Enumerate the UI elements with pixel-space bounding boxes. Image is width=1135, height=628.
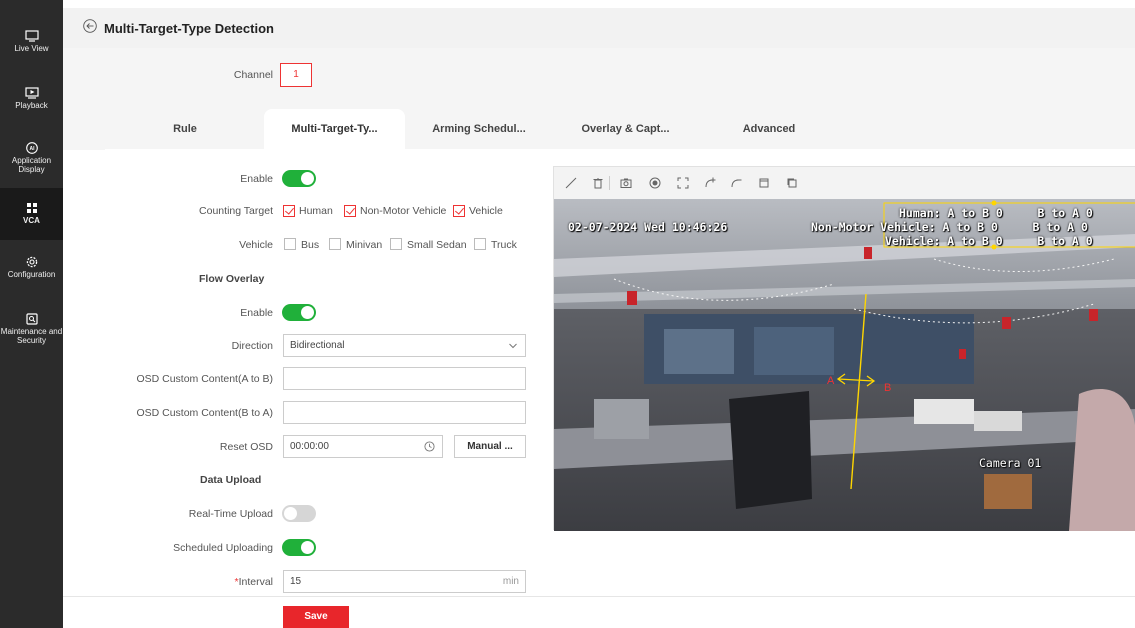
small-sedan-label: Small Sedan bbox=[407, 239, 467, 251]
gear-icon bbox=[26, 256, 37, 268]
copy-icon[interactable] bbox=[786, 177, 798, 189]
grid-icon bbox=[26, 203, 37, 213]
non-motor-vehicle-checkbox[interactable] bbox=[344, 205, 356, 217]
window-icon[interactable] bbox=[758, 177, 770, 189]
small-sedan-checkbox[interactable] bbox=[390, 238, 402, 250]
record-icon[interactable] bbox=[649, 177, 661, 189]
toolbar-separator bbox=[609, 176, 610, 190]
tab-bar: Rule Multi-Target-Ty... Arming Schedul..… bbox=[105, 109, 890, 149]
svg-text:AI: AI bbox=[29, 146, 35, 152]
vehicle-checkbox[interactable] bbox=[453, 205, 465, 217]
truck-label: Truck bbox=[491, 239, 517, 251]
realtime-upload-toggle[interactable] bbox=[282, 505, 316, 522]
clock-icon[interactable] bbox=[424, 441, 435, 452]
flow-enable-toggle[interactable] bbox=[282, 304, 316, 321]
chevron-down-icon bbox=[509, 343, 517, 349]
tab-rule[interactable]: Rule bbox=[105, 109, 265, 149]
tab-multi-target-type[interactable]: Multi-Target-Ty... bbox=[264, 109, 405, 149]
sidebar-item-label: Maintenance and Security bbox=[0, 327, 63, 345]
interval-value: 15 bbox=[290, 576, 302, 587]
sidebar-item-playback[interactable]: Playback bbox=[0, 87, 63, 110]
counter-vehicle: Vehicle: A to B 0 B to A 0 bbox=[885, 234, 1093, 248]
minivan-checkbox[interactable] bbox=[329, 238, 341, 250]
draw-line-icon[interactable] bbox=[565, 177, 577, 189]
sidebar-item-label: Live View bbox=[14, 44, 49, 53]
point-a-label: A bbox=[827, 375, 835, 387]
interval-label: *Interval bbox=[173, 576, 273, 588]
divider bbox=[63, 596, 1135, 597]
sidebar-item-label: VCA bbox=[23, 216, 40, 225]
direction-label: Direction bbox=[231, 340, 273, 352]
ai-icon: AI bbox=[25, 142, 38, 154]
bus-label: Bus bbox=[301, 239, 320, 251]
minivan-label: Minivan bbox=[346, 239, 383, 251]
realtime-upload-label: Real-Time Upload bbox=[188, 508, 273, 520]
tab-arming-schedule[interactable]: Arming Schedul... bbox=[405, 109, 553, 149]
sidebar-item-configuration[interactable]: Configuration bbox=[0, 256, 63, 279]
sidebar-item-application-display[interactable]: AI Application Display bbox=[0, 142, 63, 174]
vehicle-label: Vehicle bbox=[469, 205, 503, 217]
page-header: Multi-Target-Type Detection bbox=[63, 8, 1135, 48]
reset-osd-time-input[interactable]: 00:00:00 bbox=[283, 435, 443, 458]
flow-overlay-title: Flow Overlay bbox=[199, 273, 265, 285]
play-icon bbox=[24, 87, 39, 99]
zoom-in-icon[interactable] bbox=[704, 177, 716, 189]
manual-reset-button[interactable]: Manual ... bbox=[454, 435, 526, 458]
fullscreen-icon[interactable] bbox=[677, 177, 689, 189]
human-checkbox[interactable] bbox=[283, 205, 295, 217]
sidebar-item-live-view[interactable]: Live View bbox=[0, 30, 63, 53]
interval-unit: min bbox=[502, 576, 519, 587]
human-label: Human bbox=[299, 205, 333, 217]
page-title: Multi-Target-Type Detection bbox=[104, 21, 274, 36]
direction-select[interactable]: Bidirectional bbox=[283, 334, 526, 357]
counter-non-motor-vehicle: Non-Motor Vehicle: A to B 0 B to A 0 bbox=[811, 220, 1088, 234]
snapshot-icon[interactable] bbox=[620, 177, 632, 189]
osd-a-to-b-input[interactable] bbox=[283, 367, 526, 390]
osd-a-to-b-label: OSD Custom Content(A to B) bbox=[136, 373, 273, 385]
truck-checkbox[interactable] bbox=[474, 238, 486, 250]
enable-toggle[interactable] bbox=[282, 170, 316, 187]
tab-edge-decoration bbox=[840, 109, 854, 149]
channel-selector[interactable]: 1 bbox=[280, 63, 312, 87]
sidebar-item-label: Playback bbox=[15, 101, 48, 110]
sidebar-item-label: Configuration bbox=[7, 270, 56, 279]
camera-scene bbox=[554, 199, 1135, 531]
tab-advanced[interactable]: Advanced bbox=[698, 109, 840, 149]
back-arrow-icon[interactable] bbox=[83, 19, 97, 33]
delete-icon[interactable] bbox=[592, 177, 604, 189]
scheduled-upload-label: Scheduled Uploading bbox=[173, 542, 273, 554]
counting-target-label: Counting Target bbox=[199, 205, 273, 217]
reset-osd-time-value: 00:00:00 bbox=[290, 441, 329, 452]
osd-b-to-a-label: OSD Custom Content(B to A) bbox=[136, 407, 273, 419]
non-motor-vehicle-label: Non-Motor Vehicle bbox=[360, 205, 447, 217]
direction-value: Bidirectional bbox=[290, 340, 345, 351]
scheduled-upload-toggle[interactable] bbox=[282, 539, 316, 556]
osd-b-to-a-input[interactable] bbox=[283, 401, 526, 424]
shield-icon bbox=[25, 313, 38, 325]
interval-label-text: Interval bbox=[238, 576, 273, 588]
enable-label: Enable bbox=[240, 173, 273, 185]
reset-osd-label: Reset OSD bbox=[219, 441, 273, 453]
flow-enable-label: Enable bbox=[240, 307, 273, 319]
data-upload-title: Data Upload bbox=[200, 474, 262, 486]
camera-live-view[interactable]: 02-07-2024 Wed 10:46:26 Human: A to B 0 … bbox=[554, 199, 1135, 531]
monitor-icon bbox=[24, 30, 39, 42]
counter-human: Human: A to B 0 B to A 0 bbox=[899, 206, 1093, 220]
sidebar-item-maintenance[interactable]: Maintenance and Security bbox=[0, 313, 63, 345]
vehicle-type-label: Vehicle bbox=[239, 239, 273, 251]
sidebar: Live View Playback AI Application Displa… bbox=[0, 0, 63, 628]
video-toolbar bbox=[554, 167, 1135, 199]
zoom-out-icon[interactable] bbox=[730, 177, 742, 189]
channel-label: Channel bbox=[233, 69, 273, 81]
sidebar-item-label: Application Display bbox=[11, 156, 52, 174]
save-button[interactable]: Save bbox=[283, 606, 349, 628]
bus-checkbox[interactable] bbox=[284, 238, 296, 250]
tab-overlay-capture[interactable]: Overlay & Capt... bbox=[553, 109, 698, 149]
camera-name: Camera 01 bbox=[979, 456, 1042, 470]
point-b-label: B bbox=[884, 382, 892, 394]
live-video-panel: 02-07-2024 Wed 10:46:26 Human: A to B 0 … bbox=[553, 166, 1135, 531]
video-timestamp: 02-07-2024 Wed 10:46:26 bbox=[568, 220, 728, 234]
sidebar-item-vca[interactable]: VCA bbox=[0, 188, 63, 240]
interval-input[interactable]: 15 min bbox=[283, 570, 526, 593]
